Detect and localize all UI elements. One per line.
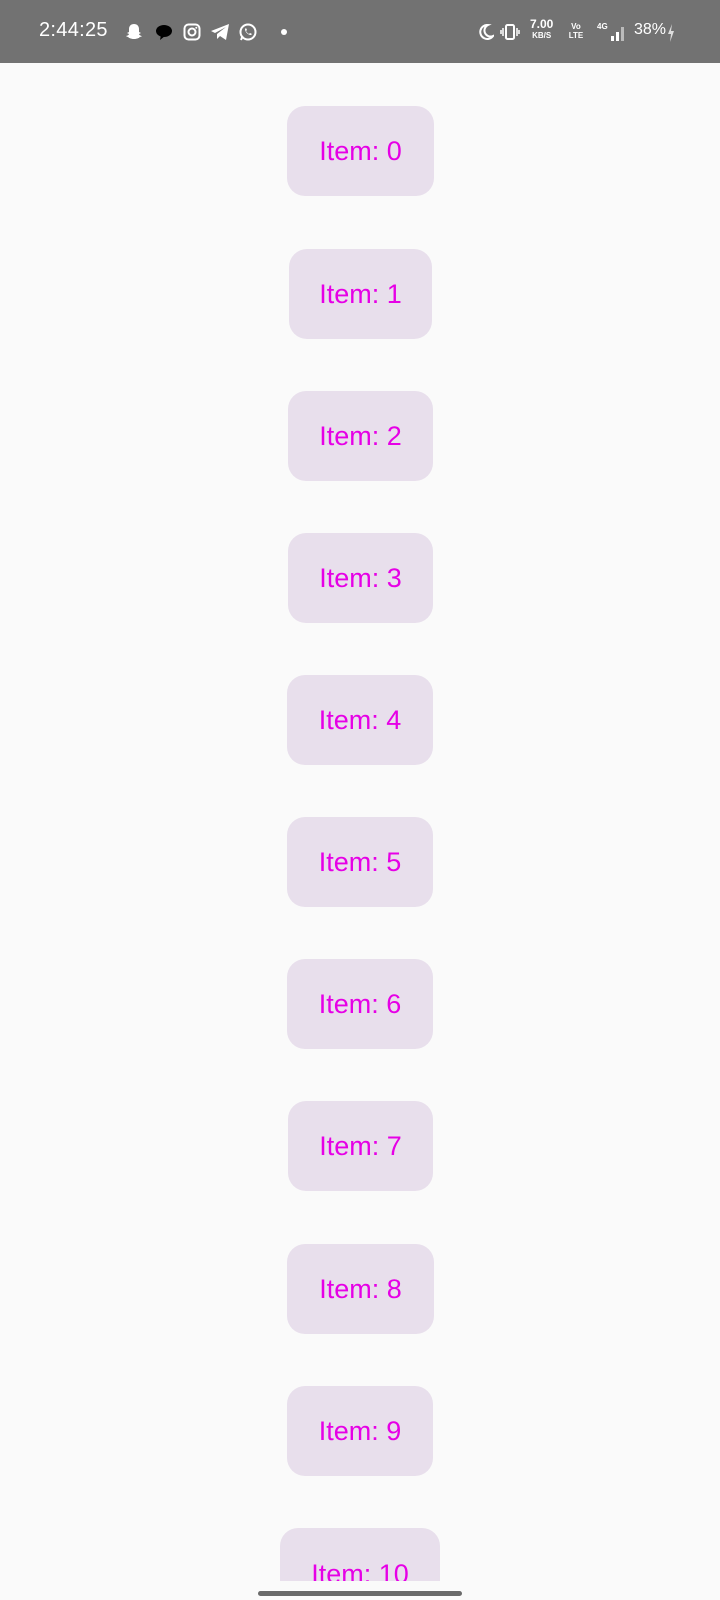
home-gesture-handle[interactable]	[258, 1591, 462, 1596]
list-item[interactable]: Item: 8	[287, 1244, 434, 1334]
charging-bolt-icon	[666, 23, 676, 43]
instagram-icon	[182, 22, 202, 42]
status-bar: 2:44:25 7.00 KB/S Vo LTE 4G 38%	[0, 0, 720, 63]
vibrate-icon	[500, 22, 520, 42]
list-item[interactable]: Item: 4	[287, 675, 433, 765]
network-speed-unit: KB/S	[532, 31, 552, 40]
signal-strength-icon	[608, 24, 628, 44]
list-item[interactable]: Item: 7	[288, 1101, 433, 1191]
list-item[interactable]: Item: 3	[288, 533, 433, 623]
more-notifications-dot	[281, 29, 287, 35]
network-speed-value: 7.00	[530, 17, 554, 31]
chat-bubble-icon	[154, 22, 174, 42]
item-list[interactable]: Item: 0 Item: 1 Item: 2 Item: 3 Item: 4 …	[0, 63, 720, 1581]
network-speed: 7.00 KB/S	[530, 17, 554, 41]
telegram-icon	[210, 22, 230, 42]
network-type: 4G	[597, 22, 608, 31]
do-not-disturb-moon-icon	[476, 22, 496, 42]
gesture-nav-bar	[0, 1581, 720, 1600]
snapchat-icon	[124, 22, 144, 42]
list-item[interactable]: Item: 2	[288, 391, 433, 481]
list-item[interactable]: Item: 1	[289, 249, 432, 339]
volte-indicator: Vo LTE	[568, 22, 584, 40]
battery-percent: 38%	[634, 21, 667, 38]
list-item[interactable]: Item: 0	[287, 106, 434, 196]
whatsapp-icon	[238, 22, 258, 42]
list-item[interactable]: Item: 5	[287, 817, 433, 907]
status-time: 2:44:25	[39, 19, 108, 41]
list-item[interactable]: Item: 6	[287, 959, 433, 1049]
list-item[interactable]: Item: 9	[287, 1386, 433, 1476]
list-item[interactable]: Item: 10	[280, 1528, 440, 1581]
